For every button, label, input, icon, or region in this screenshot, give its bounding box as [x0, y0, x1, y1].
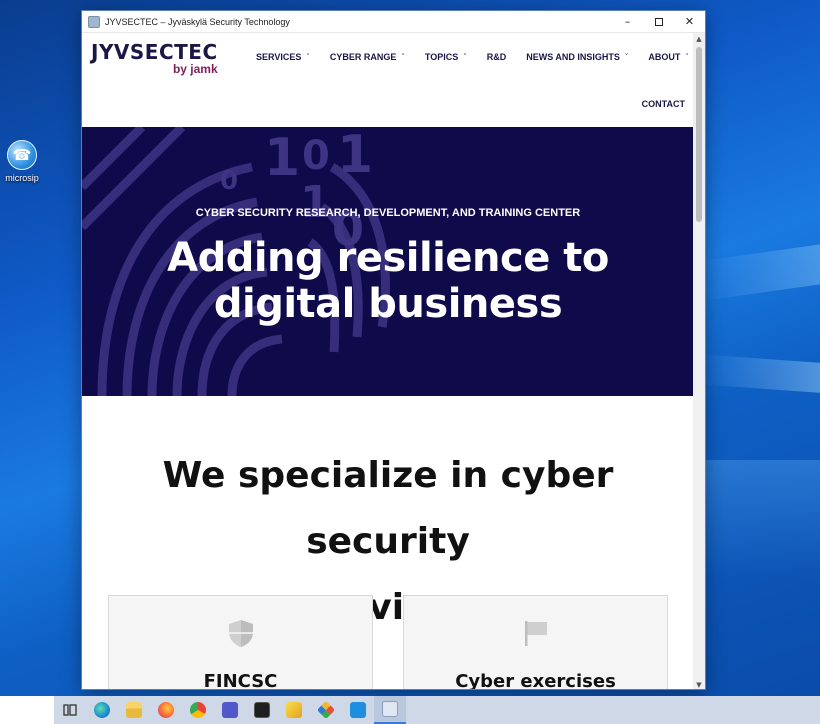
wallpaper-streak [700, 460, 820, 580]
nav-item-news[interactable]: NEWS AND INSIGHTS ˅ [526, 52, 628, 62]
chevron-down-icon: ˅ [401, 53, 405, 61]
minimize-button[interactable]: – [612, 11, 643, 33]
nav-label: ABOUT [648, 52, 681, 62]
hero-headline: Adding resilience to digital business [82, 235, 694, 327]
taskbar-terminal[interactable] [246, 696, 278, 724]
taskbar-app[interactable] [278, 696, 310, 724]
chrome-icon [190, 702, 206, 718]
taskbar-search[interactable] [0, 696, 54, 724]
services-section: We specialize in cyber security services… [82, 396, 694, 690]
firefox-icon [158, 702, 174, 718]
bg-digit: 1 [300, 177, 331, 228]
chevron-down-icon: ˅ [306, 53, 310, 61]
hero-headline-line: Adding resilience to [167, 235, 609, 281]
bg-digit: 1 [337, 127, 373, 185]
chevron-down-icon: ˅ [463, 53, 467, 61]
nav-label: R&D [486, 52, 507, 62]
wallpaper-streak [700, 354, 820, 396]
page-viewport: JYVSECTEC by jamk SERVICES ˅ CYBER RANGE ˅… [82, 33, 694, 690]
maximize-button[interactable] [643, 11, 674, 33]
card-title: FINCSC [203, 671, 278, 690]
teams-icon [222, 702, 238, 718]
nav-label: SERVICES [256, 52, 302, 62]
file-explorer-icon [126, 702, 142, 718]
desktop-icon-label: microsip [5, 173, 39, 183]
flag-icon [524, 621, 547, 646]
card-title: Cyber exercises [455, 671, 616, 690]
bg-digit: 1 [264, 128, 300, 188]
taskbar-microsip[interactable] [374, 696, 406, 724]
service-card-cyber-exercises[interactable]: Cyber exercises [403, 595, 668, 690]
task-view-icon [63, 704, 77, 716]
git-icon [316, 700, 336, 720]
main-nav: SERVICES ˅ CYBER RANGE ˅ TOPICS ˅ R&D NEWS … [256, 52, 689, 62]
taskbar-chrome[interactable] [182, 696, 214, 724]
scroll-down-icon[interactable]: ▼ [693, 679, 705, 689]
taskbar [0, 696, 820, 724]
microsip-icon [382, 701, 398, 717]
terminal-icon [254, 702, 270, 718]
app-window: JYVSECTEC – Jyväskylä Security Technolog… [81, 10, 706, 690]
bg-digit: 0 [220, 166, 238, 196]
taskbar-git[interactable] [310, 696, 342, 724]
nav-label: NEWS AND INSIGHTS [526, 52, 620, 62]
taskbar-file-explorer[interactable] [118, 696, 150, 724]
minimize-icon: – [624, 15, 631, 28]
section-heading-line: We specialize in cyber security [162, 455, 614, 562]
taskbar-teams[interactable] [214, 696, 246, 724]
scrollbar-thumb[interactable] [696, 47, 702, 222]
app-icon [88, 15, 100, 28]
close-icon: ✕ [684, 15, 695, 28]
hero-eyebrow: CYBER SECURITY RESEARCH, DEVELOPMENT, AN… [195, 207, 581, 219]
chevron-down-icon: ˅ [685, 53, 689, 61]
chevron-down-icon: ˅ [624, 53, 629, 61]
bg-digit: 0 [302, 133, 330, 179]
phone-icon: ☎ [7, 140, 37, 170]
window-title: JYVSECTEC – Jyväskylä Security Technolog… [105, 16, 290, 27]
taskbar-firefox[interactable] [150, 696, 182, 724]
title-bar[interactable]: JYVSECTEC – Jyväskylä Security Technolog… [82, 11, 705, 33]
logo-byline: by jamk [172, 62, 218, 76]
taskbar-vscode[interactable] [342, 696, 374, 724]
nav-item-contact[interactable]: CONTACT [642, 99, 685, 109]
nav-item-cyber-range[interactable]: CYBER RANGE ˅ [330, 52, 405, 62]
close-button[interactable]: ✕ [674, 11, 705, 33]
task-view-button[interactable] [54, 696, 86, 724]
vscode-icon [350, 702, 366, 718]
hero-banner: 1 0 1 0 1 0 CYBER SECURITY RESEARCH, DEV… [82, 127, 694, 396]
nav-item-services[interactable]: SERVICES ˅ [256, 52, 310, 62]
nav-label: CYBER RANGE [329, 52, 397, 62]
maximize-icon [654, 17, 663, 26]
wallpaper-streak [700, 238, 820, 302]
shield-icon [228, 620, 253, 647]
service-card-fincsc[interactable]: FINCSC [108, 595, 373, 690]
hero-headline-line: digital business [213, 281, 563, 327]
vertical-scrollbar[interactable]: ▲ ▼ [693, 33, 705, 689]
desktop-icon-microsip[interactable]: ☎ microsip [2, 140, 42, 183]
nav-item-rd[interactable]: R&D [487, 52, 507, 62]
site-logo[interactable]: JYVSECTEC by jamk [91, 40, 218, 76]
nav-item-topics[interactable]: TOPICS ˅ [425, 52, 467, 62]
taskbar-edge[interactable] [86, 696, 118, 724]
site-header: JYVSECTEC by jamk SERVICES ˅ CYBER RANGE ˅… [82, 33, 694, 127]
nav-label: TOPICS [424, 52, 459, 62]
app-icon [286, 702, 302, 718]
edge-icon [94, 702, 110, 718]
logo-wordmark: JYVSECTEC [91, 40, 218, 64]
scroll-up-icon[interactable]: ▲ [693, 33, 705, 45]
nav-item-about[interactable]: ABOUT ˅ [648, 52, 689, 62]
